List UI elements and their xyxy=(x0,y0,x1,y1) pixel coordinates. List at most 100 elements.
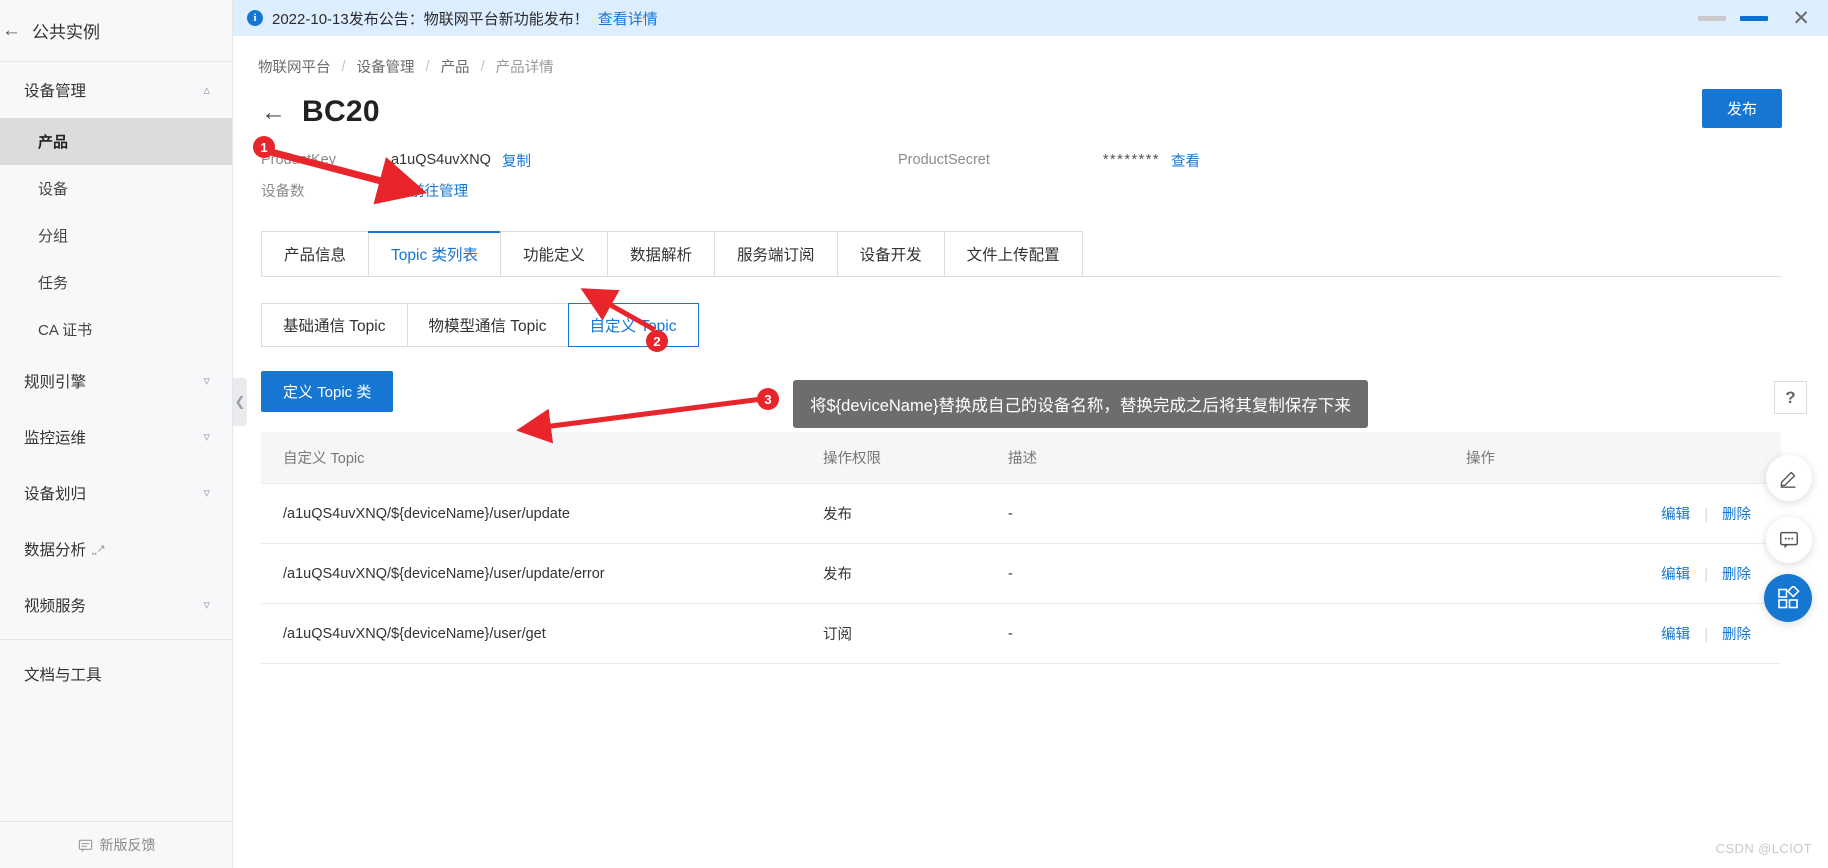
product-tabs: 产品信息 Topic 类列表 功能定义 数据解析 服务端订阅 设备开发 文件上传… xyxy=(261,231,1781,277)
sidebar-group-device-assignment[interactable]: 设备划归 ▿ xyxy=(0,465,232,521)
sidebar-item-label: 设备 xyxy=(38,181,69,198)
arrow-left-icon[interactable]: ← xyxy=(261,99,286,125)
view-product-secret-link[interactable]: 查看 xyxy=(1171,150,1200,171)
subtab-thing-model-topic[interactable]: 物模型通信 Topic xyxy=(406,303,568,347)
cell-permission: 发布 xyxy=(801,543,986,604)
feedback-pencil-button[interactable] xyxy=(1766,455,1812,501)
feedback-icon xyxy=(78,839,92,852)
chevron-down-icon: ▿ xyxy=(203,373,210,388)
cell-permission: 发布 xyxy=(801,483,986,544)
tab-function-definition[interactable]: 功能定义 xyxy=(500,231,608,276)
sidebar-group-data-analysis[interactable]: 数据分析 ⎵↗ xyxy=(0,521,232,577)
sidebar-group-label: 设备划归 xyxy=(24,486,87,503)
device-name-tooltip: 将${deviceName}替换成自己的设备名称，替换完成之后将其复制保存下来 xyxy=(793,380,1368,428)
cell-topic: /a1uQS4uvXNQ/${deviceName}/user/get xyxy=(261,603,801,664)
sidebar-group-device-management[interactable]: 设备管理 ▵ xyxy=(0,62,232,118)
external-link-icon: ⎵↗ xyxy=(92,543,106,555)
product-secret-value: ******** xyxy=(1102,152,1161,168)
cell-description: - xyxy=(986,603,1466,664)
column-header-permission: 操作权限 xyxy=(801,432,986,484)
sidebar-feedback-label: 新版反馈 xyxy=(99,837,156,853)
pencil-icon xyxy=(1780,471,1796,488)
breadcrumb-item-device-management[interactable]: 设备管理 xyxy=(357,56,415,77)
apps-grid-icon xyxy=(1778,586,1800,609)
annotation-marker-1: 1 xyxy=(253,136,275,158)
close-icon[interactable]: ✕ xyxy=(1792,8,1810,29)
sidebar-item-label: 分组 xyxy=(38,228,69,245)
cell-actions: 编辑 | 删除 xyxy=(1466,543,1781,604)
tab-topic-list[interactable]: Topic 类列表 xyxy=(368,231,502,276)
breadcrumb-item-product[interactable]: 产品 xyxy=(441,56,470,77)
sidebar-item-label: 任务 xyxy=(38,275,69,292)
edit-link[interactable]: 编辑 xyxy=(1661,507,1690,523)
chevron-left-icon: ❮ xyxy=(234,394,246,409)
cell-description: - xyxy=(986,543,1466,604)
table-header: 自定义 Topic 操作权限 描述 操作 xyxy=(261,432,1781,484)
custom-topic-table: 自定义 Topic 操作权限 描述 操作 /a1uQS4uvXNQ/${devi… xyxy=(261,432,1781,664)
delete-link[interactable]: 删除 xyxy=(1722,627,1751,643)
sidebar-group-video-service[interactable]: 视频服务 ▿ xyxy=(0,577,232,633)
sidebar-collapse-handle[interactable]: ❮ xyxy=(233,378,247,426)
sidebar-item-product[interactable]: 产品 xyxy=(0,118,232,165)
cell-actions: 编辑 | 删除 xyxy=(1466,603,1781,664)
page-title: BC20 xyxy=(302,95,380,128)
tab-device-development[interactable]: 设备开发 xyxy=(836,231,944,276)
annotation-marker-2: 2 xyxy=(646,330,668,352)
delete-link[interactable]: 删除 xyxy=(1722,507,1751,523)
sidebar-item-ca-certificate[interactable]: CA 证书 xyxy=(0,306,232,353)
notice-banner: i 2022-10-13发布公告：物联网平台新功能发布！ 查看详情 ✕ xyxy=(233,0,1828,36)
copy-product-key-link[interactable]: 复制 xyxy=(502,150,531,171)
sidebar-group-label: 规则引擎 xyxy=(24,374,87,391)
device-count-row: 设备数 1 前往管理 xyxy=(261,175,1828,205)
breadcrumb: 物联网平台 / 设备管理 / 产品 / 产品详情 xyxy=(233,36,1828,77)
tab-server-subscription[interactable]: 服务端订阅 xyxy=(714,231,837,276)
breadcrumb-separator: / xyxy=(425,58,430,75)
product-key-label: ProductKey xyxy=(261,152,336,168)
sidebar-group-rule-engine[interactable]: 规则引擎 ▿ xyxy=(0,353,232,409)
sidebar-group-label: 设备管理 xyxy=(24,83,87,100)
tab-data-parsing[interactable]: 数据解析 xyxy=(607,231,715,276)
info-circle-icon: i xyxy=(247,10,263,26)
notice-pager-1[interactable] xyxy=(1698,15,1727,21)
arrow-left-icon: ← xyxy=(2,20,21,41)
breadcrumb-item-iot-platform[interactable]: 物联网平台 xyxy=(258,56,331,77)
apps-grid-button[interactable] xyxy=(1764,574,1812,622)
define-topic-class-button[interactable]: 定义 Topic 类 xyxy=(261,371,394,412)
publish-button[interactable]: 发布 xyxy=(1701,89,1782,128)
cell-topic: /a1uQS4uvXNQ/${deviceName}/user/update/e… xyxy=(261,543,801,604)
tab-file-upload-config[interactable]: 文件上传配置 xyxy=(943,231,1083,276)
watermark: CSDN @LCIOT xyxy=(1715,841,1812,856)
chevron-down-icon: ▿ xyxy=(203,429,210,444)
chat-bubble-icon xyxy=(1780,531,1798,549)
notice-pager-2[interactable] xyxy=(1740,15,1769,21)
device-count-label: 设备数 xyxy=(261,183,305,200)
notice-controls: ✕ xyxy=(1698,8,1810,29)
sidebar-item-device[interactable]: 设备 xyxy=(0,165,232,212)
subtab-custom-topic[interactable]: 自定义 Topic xyxy=(567,303,699,347)
sidebar-feedback-button[interactable]: 新版反馈 xyxy=(0,821,233,868)
sidebar-group-monitoring[interactable]: 监控运维 ▿ xyxy=(0,409,232,465)
sidebar-item-group[interactable]: 分组 xyxy=(0,212,232,259)
delete-link[interactable]: 删除 xyxy=(1722,567,1751,583)
cell-topic: /a1uQS4uvXNQ/${deviceName}/user/update xyxy=(261,483,801,544)
edit-link[interactable]: 编辑 xyxy=(1661,627,1690,643)
notice-detail-link[interactable]: 查看详情 xyxy=(598,8,658,29)
column-header-description: 描述 xyxy=(986,432,1466,484)
cell-description: - xyxy=(986,483,1466,544)
go-to-manage-link[interactable]: 前往管理 xyxy=(410,180,468,201)
chat-support-button[interactable] xyxy=(1766,517,1812,563)
sidebar-instance-switcher[interactable]: ← 公共实例 xyxy=(0,0,232,62)
edit-link[interactable]: 编辑 xyxy=(1661,567,1690,583)
tab-product-info[interactable]: 产品信息 xyxy=(261,231,369,276)
breadcrumb-separator: / xyxy=(480,58,485,75)
action-divider: | xyxy=(1704,627,1708,643)
subtab-basic-communication-topic[interactable]: 基础通信 Topic xyxy=(261,303,407,347)
table-body: /a1uQS4uvXNQ/${deviceName}/user/update 发… xyxy=(261,483,1781,664)
sidebar-item-task[interactable]: 任务 xyxy=(0,259,232,306)
sidebar-item-docs-and-tools[interactable]: 文档与工具 xyxy=(0,646,232,702)
column-header-topic: 自定义 Topic xyxy=(261,432,801,484)
action-divider: | xyxy=(1704,567,1708,583)
help-button[interactable]: ? xyxy=(1774,381,1807,414)
sidebar-item-label: CA 证书 xyxy=(38,322,93,339)
sidebar-group-label: 数据分析 xyxy=(24,542,87,559)
